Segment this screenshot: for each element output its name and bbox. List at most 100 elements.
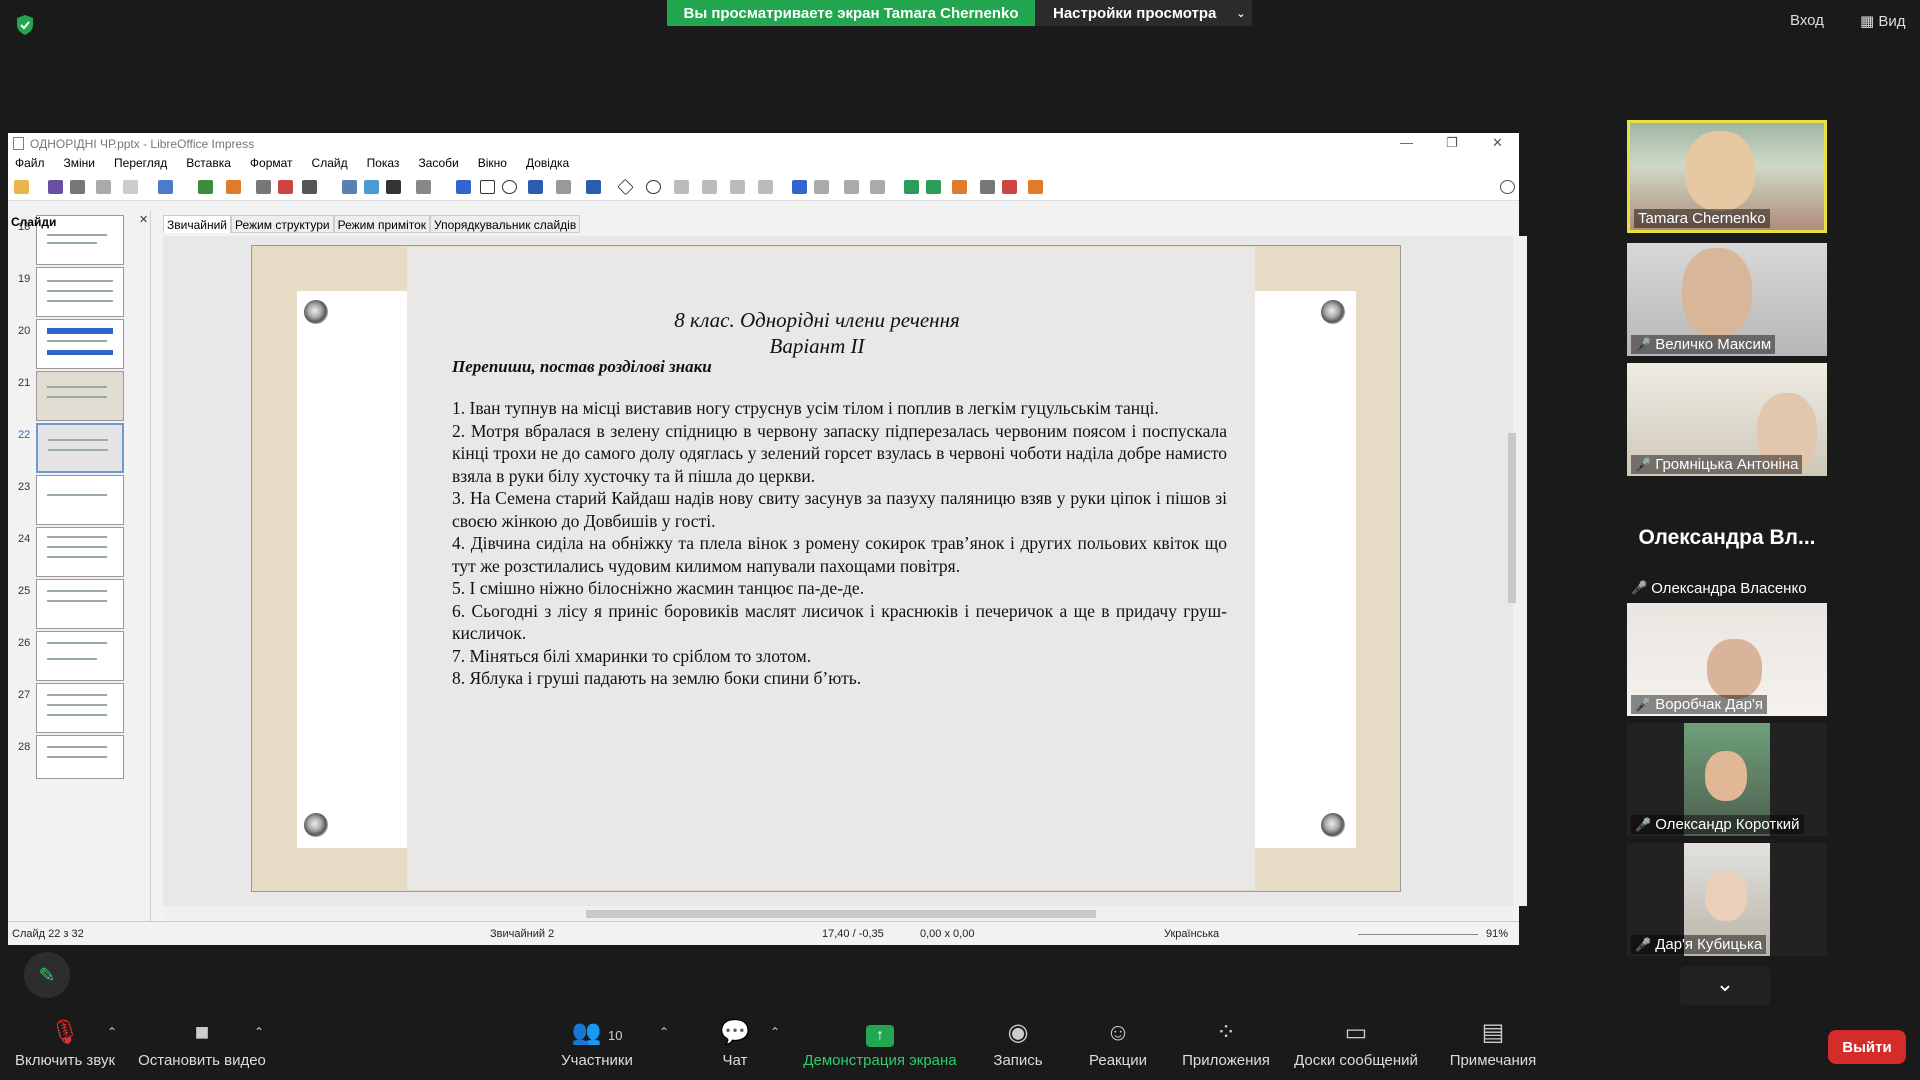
- arrange-icon[interactable]: [844, 180, 859, 194]
- stop-video-button[interactable]: ■ Остановить видео: [132, 1018, 272, 1069]
- share-screen-button[interactable]: ↑ Демонстрация экрана: [790, 1018, 970, 1069]
- notes-icon: ▤: [1481, 1019, 1505, 1046]
- hide-slide-icon[interactable]: [1002, 180, 1017, 194]
- slide-properties-icon[interactable]: [1028, 180, 1043, 194]
- video-tile[interactable]: 🎤 Дар'я Кубицька: [1627, 843, 1827, 956]
- table-icon[interactable]: [416, 180, 431, 194]
- close-icon[interactable]: ✕: [139, 213, 148, 226]
- slide-thumbnail[interactable]: [36, 735, 124, 779]
- restore-button[interactable]: ❐: [1446, 135, 1458, 151]
- chevron-down-icon[interactable]: ⌄: [1680, 966, 1770, 1006]
- distribute-icon[interactable]: [870, 180, 885, 194]
- slide-thumbnail[interactable]: [36, 631, 124, 681]
- vertical-scroll-thumb[interactable]: [1508, 433, 1516, 603]
- stars-icon[interactable]: [758, 180, 773, 194]
- close-button[interactable]: ✕: [1492, 135, 1503, 151]
- menu-tools[interactable]: Засоби: [418, 156, 458, 170]
- participants-button[interactable]: 👥 10 Участники: [527, 1018, 667, 1069]
- status-zoom[interactable]: 91%: [1486, 928, 1508, 940]
- menu-view[interactable]: Перегляд: [114, 156, 167, 170]
- find-icon[interactable]: [158, 180, 173, 194]
- callouts-icon[interactable]: [730, 180, 745, 194]
- worksheet-photo[interactable]: 8 клас. Однорідні члени речення Варіант …: [407, 247, 1255, 890]
- tab-outline[interactable]: Режим структури: [231, 215, 334, 233]
- delete-slide-icon[interactable]: [278, 180, 293, 194]
- duplicate-slide-icon[interactable]: [256, 180, 271, 194]
- horizontal-scroll-thumb[interactable]: [586, 910, 1096, 918]
- menu-window[interactable]: Вікно: [478, 156, 507, 170]
- chevron-up-icon[interactable]: ⌃: [107, 1025, 117, 1039]
- video-tile-no-video[interactable]: Олександра Вл... 🎤 Олександра Власенко: [1627, 486, 1827, 599]
- menu-help[interactable]: Довідка: [526, 156, 569, 170]
- view-button[interactable]: ▦ Вид: [1860, 12, 1905, 30]
- menu-edit[interactable]: Зміни: [64, 156, 96, 170]
- connector-icon[interactable]: [586, 180, 601, 194]
- whiteboards-button[interactable]: ▭ Доски сообщений: [1276, 1018, 1436, 1069]
- sidebar-settings-icon[interactable]: [1500, 180, 1515, 194]
- tab-normal[interactable]: Звичайний: [163, 215, 231, 233]
- video-tile[interactable]: 🎤 Громніцька Антоніна: [1627, 363, 1827, 476]
- security-shield-icon[interactable]: [14, 14, 36, 36]
- enter-button[interactable]: Вход: [1790, 12, 1824, 29]
- start-show-icon[interactable]: [904, 180, 919, 194]
- video-tile[interactable]: 🎤 Олександр Короткий: [1627, 723, 1827, 836]
- line-icon[interactable]: [456, 180, 471, 194]
- menu-slide[interactable]: Слайд: [312, 156, 348, 170]
- slide-layout-icon[interactable]: [952, 180, 967, 194]
- apps-button[interactable]: ⁘ Приложения: [1156, 1018, 1296, 1069]
- tab-notes[interactable]: Режим приміток: [333, 215, 431, 233]
- print-icon[interactable]: [70, 180, 85, 194]
- display-views-icon[interactable]: [302, 180, 317, 194]
- slide-thumbnail[interactable]: [36, 319, 124, 369]
- slide-thumbnail-selected[interactable]: [36, 423, 124, 473]
- mic-off-icon: 🎤: [1635, 336, 1652, 352]
- slide-thumbnail[interactable]: [36, 371, 124, 421]
- zoom-slider[interactable]: [1358, 934, 1478, 935]
- video-tile-active[interactable]: Tamara Chernenko: [1627, 120, 1827, 233]
- participant-label: 🎤 Воробчак Дар'я: [1631, 695, 1768, 714]
- video-tile[interactable]: 🎤 Воробчак Дар'я: [1627, 603, 1827, 716]
- open-icon[interactable]: [14, 180, 29, 194]
- menu-format[interactable]: Формат: [250, 156, 293, 170]
- curve-icon[interactable]: [556, 180, 571, 194]
- transform-icon[interactable]: [792, 180, 807, 194]
- annotate-pencil-icon[interactable]: ✎: [24, 952, 70, 998]
- chevron-up-icon[interactable]: ⌃: [770, 1025, 780, 1039]
- image-icon[interactable]: [364, 180, 379, 194]
- menu-insert[interactable]: Вставка: [186, 156, 231, 170]
- basic-shapes-icon[interactable]: [617, 178, 634, 196]
- save-icon[interactable]: [48, 180, 63, 194]
- master-slide-icon[interactable]: [980, 180, 995, 194]
- video-tile[interactable]: 🎤 Величко Максим: [1627, 243, 1827, 356]
- textbox-icon[interactable]: [342, 180, 357, 194]
- zoom-icon[interactable]: [198, 180, 213, 194]
- whiteboard-icon: ▭: [1344, 1019, 1368, 1046]
- view-settings-dropdown[interactable]: Настройки просмотра ⌄: [1035, 0, 1252, 26]
- ellipse-icon[interactable]: [502, 180, 517, 194]
- align-icon[interactable]: [814, 180, 829, 194]
- rectangle-icon[interactable]: [480, 180, 495, 194]
- slide-thumbnail[interactable]: [36, 475, 124, 525]
- arrow-icon[interactable]: [528, 180, 543, 194]
- slide-thumbnail[interactable]: [36, 579, 124, 629]
- start-current-icon[interactable]: [926, 180, 941, 194]
- redo-icon[interactable]: [123, 180, 138, 194]
- flowchart-icon[interactable]: [702, 180, 717, 194]
- status-language[interactable]: Українська: [1164, 928, 1219, 940]
- slide-thumbnail[interactable]: [36, 683, 124, 733]
- block-arrows-icon[interactable]: [674, 180, 689, 194]
- notes-button[interactable]: ▤ Примечания: [1423, 1018, 1563, 1069]
- leave-button[interactable]: Выйти: [1828, 1030, 1906, 1064]
- slide-icon[interactable]: [226, 180, 241, 194]
- minimize-button[interactable]: —: [1400, 135, 1413, 150]
- slide-thumbnail[interactable]: [36, 527, 124, 577]
- symbol-shapes-icon[interactable]: [646, 180, 661, 194]
- media-icon[interactable]: [386, 180, 401, 194]
- menu-file[interactable]: Файл: [15, 156, 45, 170]
- chevron-up-icon[interactable]: ⌃: [254, 1025, 264, 1039]
- chat-button[interactable]: 💬 Чат: [665, 1018, 805, 1069]
- menu-show[interactable]: Показ: [367, 156, 400, 170]
- slide-thumbnail[interactable]: [36, 267, 124, 317]
- tab-slide-sorter[interactable]: Упорядкувальник слайдів: [430, 215, 581, 233]
- undo-icon[interactable]: [96, 180, 111, 194]
